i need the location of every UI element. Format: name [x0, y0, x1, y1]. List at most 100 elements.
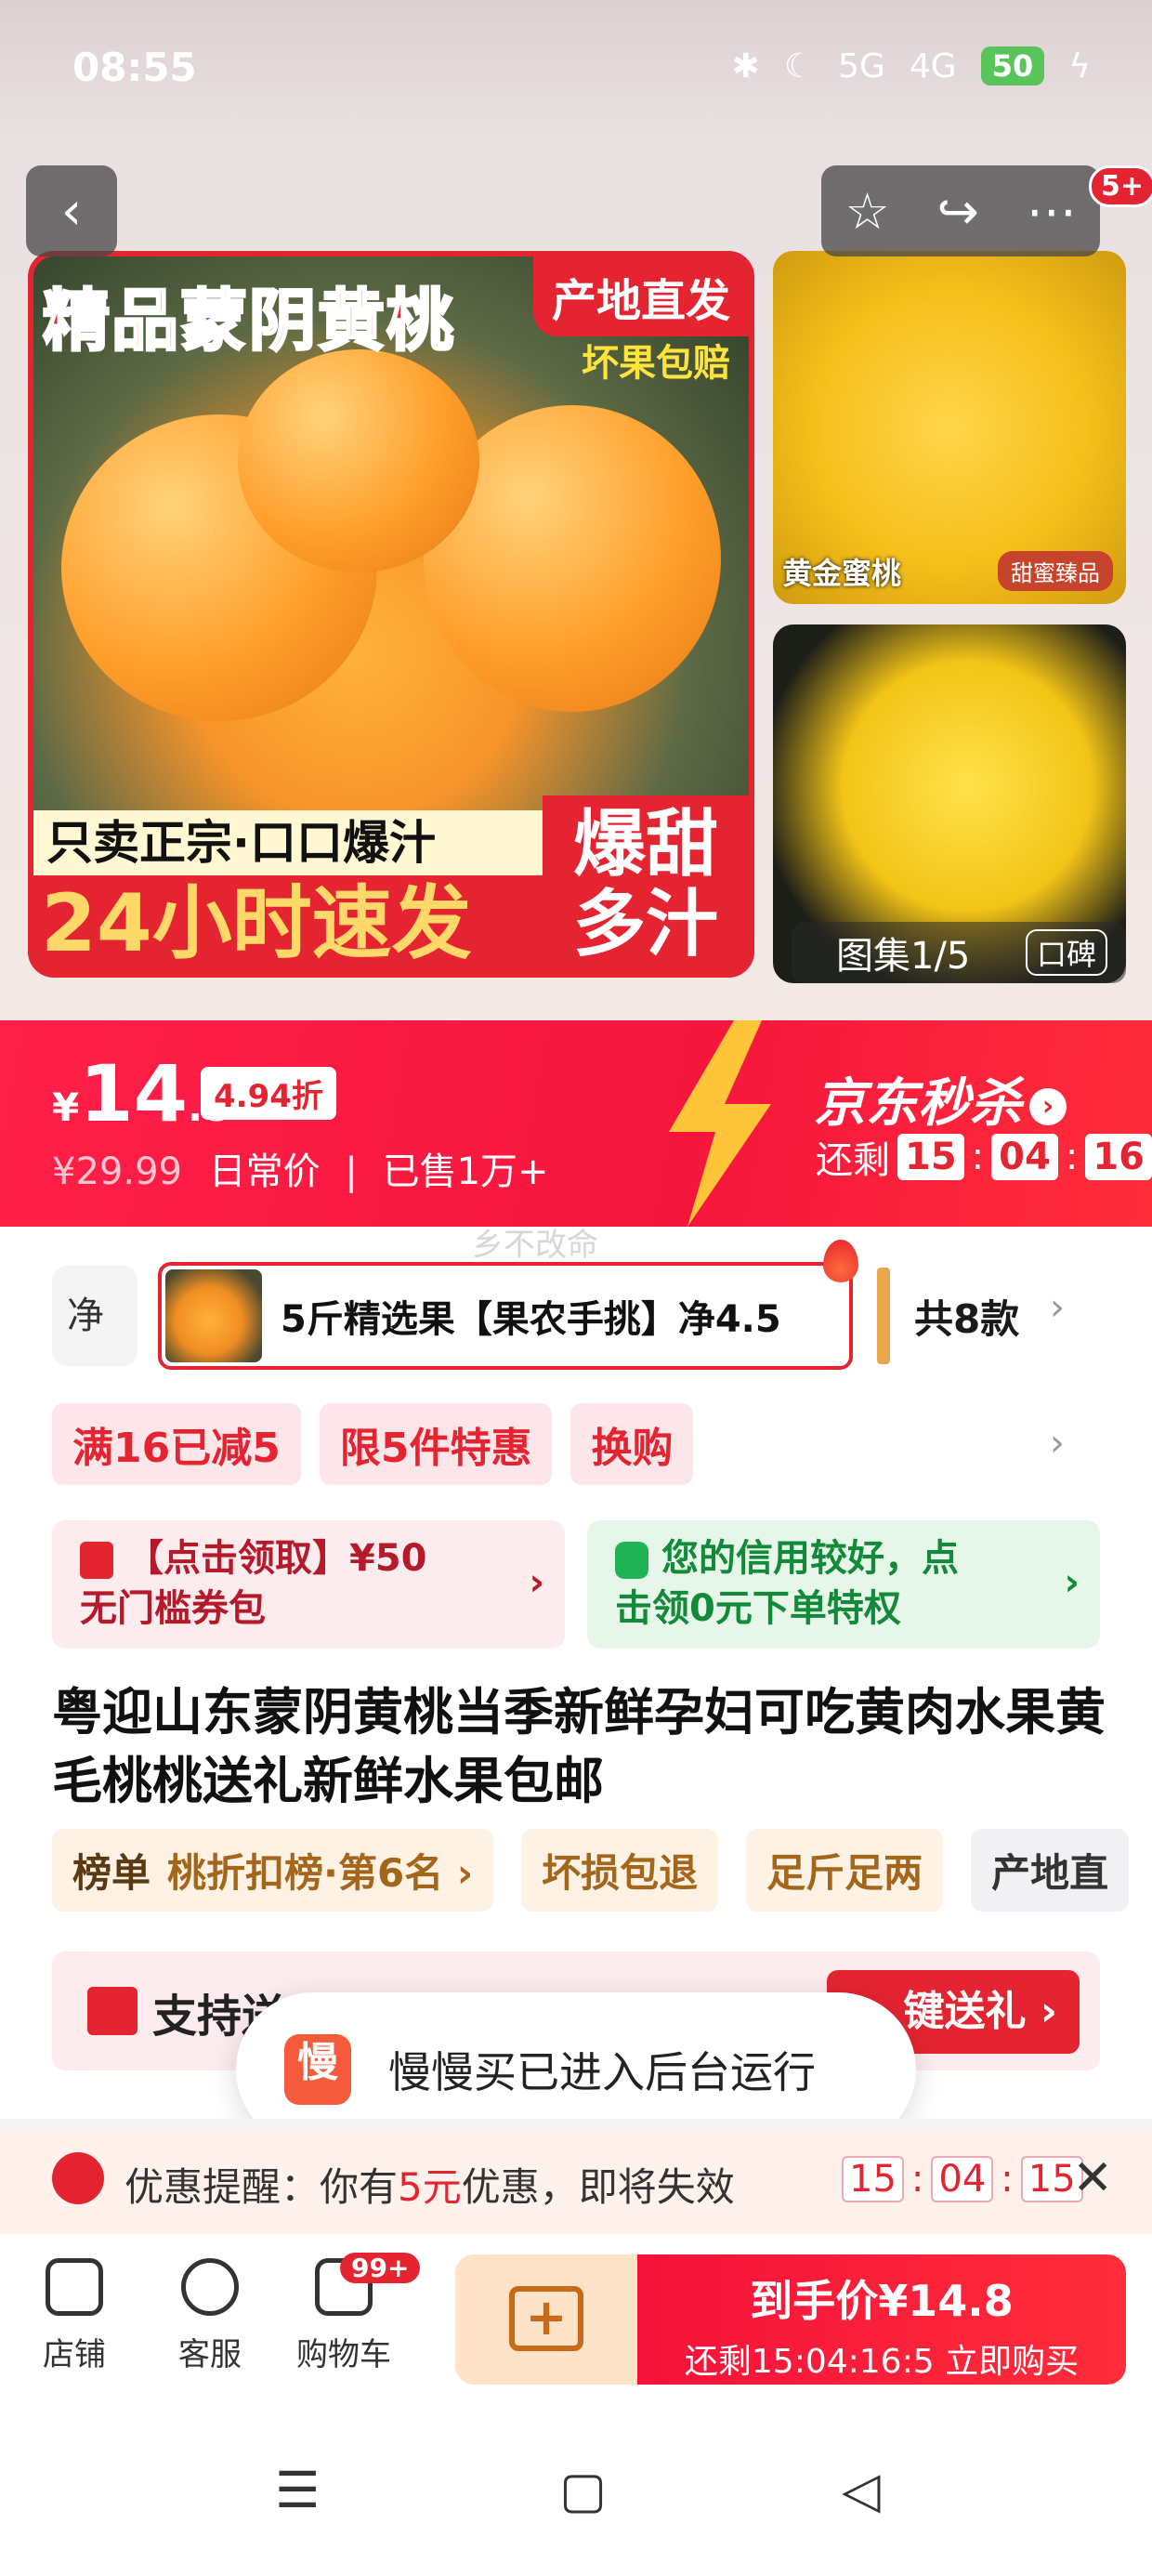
discount-badge: 4.94折 [201, 1067, 336, 1120]
ranking-value: 桃折扣榜·第6名 › [167, 1850, 474, 1896]
variant-thumbnail [165, 1269, 262, 1362]
battery-icon: 50 [980, 46, 1045, 85]
separator: | [345, 1150, 358, 1193]
chevron-right-icon[interactable]: › [1050, 1422, 1065, 1465]
status-bar: 08:55 ✱ ☾ 5G 4G 50 ϟ [0, 0, 1152, 139]
promo-tag[interactable]: 换购 [570, 1403, 694, 1485]
add-cart-icon: + [509, 2286, 583, 2351]
variant-label: 5斤精选果【果农手挑】净4.5 [281, 1298, 781, 1341]
feature-tag[interactable]: 产地直 [971, 1829, 1130, 1912]
buy-now-button[interactable]: 到手价¥14.8 还剩15:04:16:5 立即购买 [637, 2254, 1126, 2385]
cart-button[interactable]: 购物车 99+ [279, 2253, 421, 2374]
cart-badge: 99+ [340, 2253, 421, 2283]
chat-smile-icon [181, 2258, 239, 2316]
peach-image [238, 349, 479, 572]
store-button[interactable]: 店铺 [19, 2258, 130, 2374]
price-integer: 14 [79, 1048, 189, 1139]
side-image-1[interactable]: 黄金蜜桃 甜蜜臻品 [773, 251, 1126, 604]
side-caption: 黄金蜜桃 [782, 556, 902, 591]
countdown-minutes: 04 [991, 1134, 1058, 1180]
reminder-prefix: 优惠提醒：你有 [124, 2164, 399, 2210]
reviews-label[interactable]: 口碑 [1025, 929, 1107, 976]
original-price: ¥29.99 [52, 1150, 182, 1193]
bottom-action-bar: 店铺 客服 购物车 99+ + 到手价¥14.8 还剩15:04:16:5 立即… [0, 2234, 1152, 2392]
ranking-tag[interactable]: 榜单 桃折扣榜·第6名 › [52, 1829, 494, 1912]
price-info: ¥29.99 日常价 | 已售1万+ [52, 1141, 549, 1195]
credit-line-1: 您的信用较好，点 [661, 1537, 959, 1580]
countdown-hours: 15 [897, 1134, 964, 1180]
daily-price-label: 日常价 [208, 1150, 321, 1193]
coupon-line-2: 无门槛券包 [80, 1587, 266, 1630]
promo-tag[interactable]: 限5件特惠 [319, 1403, 553, 1485]
feature-tags: 榜单 桃折扣榜·第6名 › 坏损包退 足斤足两 产地直 [52, 1829, 1130, 1912]
side-tag: 甜蜜臻品 [998, 551, 1113, 591]
menu-icon[interactable]: ☰ [275, 2461, 320, 2519]
gift-icon [87, 1987, 137, 2035]
chevron-right-icon[interactable]: › [1050, 1286, 1065, 1329]
chevron-left-icon: ‹ [60, 180, 83, 242]
signal-5g-icon: 5G [838, 46, 885, 85]
home-icon[interactable]: ▢ [559, 2461, 607, 2519]
credit-privilege[interactable]: 您的信用较好，点 击领0元下单特权 › [587, 1520, 1100, 1649]
reminder-suffix: 优惠，即将失效 [461, 2164, 735, 2210]
seckill-label: 京东秒杀 [814, 1073, 1022, 1134]
feature-tag[interactable]: 坏损包退 [521, 1829, 719, 1912]
product-gallery[interactable]: 精品蒙阴黄桃 产地直发 坏果包赔 只卖正宗·口口爆汁 24小时速发 爆甜 多汁 … [0, 139, 1152, 1020]
buy-price: 到手价¥14.8 [750, 2276, 1014, 2326]
feature-tag[interactable]: 足斤足两 [746, 1829, 944, 1912]
coupon-line-1: 【点击领取】¥50 [126, 1537, 427, 1580]
signal-4g-icon: 4G [909, 46, 957, 85]
origin-tag: 产地直发 [532, 256, 749, 336]
favorite-star-icon[interactable]: ☆ [844, 182, 889, 241]
buy-subtitle: 还剩15:04:16:5 立即购买 [684, 2343, 1080, 2381]
variant-next[interactable] [877, 1268, 890, 1364]
store-icon [46, 2258, 103, 2316]
reminder-countdown: 15: 04: 15 [842, 2156, 1083, 2202]
reminder-amount: 5元 [398, 2164, 462, 2210]
share-icon[interactable]: ↪ [937, 182, 979, 241]
promo-tags: 满16已减5 限5件特惠 换购 [52, 1403, 694, 1485]
product-title: 粤迎山东蒙阴黄桃当季新鲜孕妇可吃黄肉水果黄毛桃桃送礼新鲜水果包邮 [52, 1683, 1106, 1810]
service-label: 客服 [178, 2336, 242, 2373]
coupon-icon [80, 1542, 113, 1579]
ranking-key: 榜单 [72, 1850, 151, 1896]
remaining-label: 还剩 [816, 1139, 890, 1182]
banner-badge: 爆甜 多汁 [543, 795, 749, 972]
variant-prev[interactable]: 净 [52, 1266, 137, 1366]
seckill-countdown: 还剩 15: 04: 16 [816, 1130, 1152, 1184]
variant-selected[interactable]: 5斤精选果【果农手挑】净4.5 [158, 1240, 858, 1370]
countdown-hours: 15 [842, 2156, 904, 2202]
add-to-cart-button[interactable]: + [455, 2254, 637, 2385]
back-icon[interactable]: ◁ [842, 2461, 881, 2519]
sold-count: 已售1万+ [382, 1150, 549, 1193]
discount-reminder: 优惠提醒：你有5元优惠，即将失效 15: 04: 15 ✕ [0, 2119, 1152, 2234]
status-time: 08:55 [72, 45, 197, 90]
promo-tag[interactable]: 满16已减5 [52, 1403, 301, 1485]
variant-selector: 净 5斤精选果【果农手挑】净4.5 共8款 › [0, 1240, 1152, 1370]
coupon-claim[interactable]: 【点击领取】¥50 无门槛券包 › [52, 1520, 565, 1649]
top-actions: ☆ ↪ ⋯ [821, 165, 1100, 256]
more-icon[interactable]: ⋯ [1027, 182, 1077, 241]
service-button[interactable]: 客服 [154, 2258, 266, 2374]
back-button[interactable]: ‹ [26, 165, 117, 256]
credit-line-2: 击领0元下单特权 [615, 1587, 901, 1630]
fire-icon [823, 1240, 858, 1282]
watermark: 乡不改命 [472, 1227, 598, 1264]
main-product-image[interactable]: 精品蒙阴黄桃 产地直发 坏果包赔 只卖正宗·口口爆汁 24小时速发 爆甜 多汁 [28, 251, 754, 978]
banner-badge-1: 爆甜 [572, 803, 718, 887]
image-banner: 只卖正宗·口口爆汁 24小时速发 爆甜 多汁 [33, 795, 749, 972]
shopping-bag-icon [615, 1542, 648, 1579]
currency-symbol: ¥ [52, 1084, 80, 1130]
close-icon[interactable]: ✕ [1072, 2150, 1113, 2206]
charging-icon: ϟ [1068, 46, 1091, 85]
status-icons: ✱ ☾ 5G 4G 50 ϟ [732, 46, 1091, 85]
app-logo-icon: 慢 [284, 2034, 351, 2105]
clock-icon [52, 2152, 104, 2204]
seckill-link[interactable]: 京东秒杀 › [814, 1061, 1067, 1137]
variant-total[interactable]: 共8款 [914, 1288, 1019, 1345]
moon-icon: ☾ [783, 46, 815, 85]
countdown-minutes: 04 [931, 2156, 994, 2202]
lightning-icon [669, 1020, 771, 1227]
cart-label: 购物车 [296, 2336, 391, 2373]
gallery-counter[interactable]: 图集1/5 口碑 [792, 922, 1126, 983]
